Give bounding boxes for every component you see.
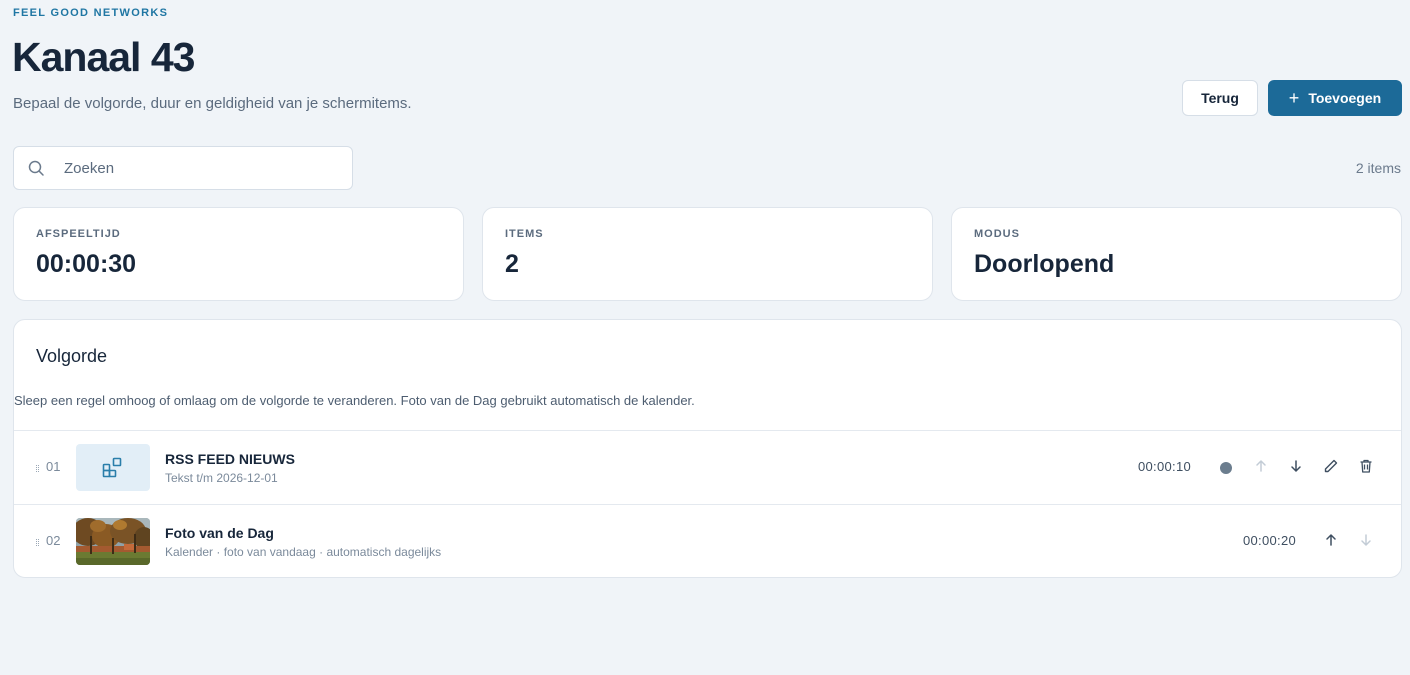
widgets-icon [102, 457, 122, 478]
photo-autumn-trees [76, 518, 150, 565]
page-subtitle: Bepaal de volgorde, duur en geldigheid v… [13, 95, 412, 112]
drag-handle-icon[interactable] [36, 539, 39, 546]
stat-label: AFSPEELTIJD [36, 228, 121, 240]
item-count: 2 items [1355, 160, 1401, 176]
move-up-icon[interactable] [1322, 531, 1340, 549]
page: FEEL GOOD NETWORKS Kanaal 43 Bepaal de v… [0, 0, 1410, 675]
stat-label: MODUS [974, 228, 1020, 240]
add-button-label: Toevoegen [1308, 90, 1382, 106]
thumbnail [76, 444, 150, 491]
brand-label: FEEL GOOD NETWORKS [13, 7, 169, 19]
row-index: 01 [46, 459, 61, 474]
item-duration: 00:00:20 [1243, 533, 1297, 548]
panel-description: Sleep een regel omhoog of omlaag om de v… [14, 393, 695, 408]
stat-value: 00:00:30 [36, 250, 137, 278]
item-meta: Kalender · foto van vandaag · automatisc… [165, 545, 442, 559]
item-duration: 00:00:10 [1138, 459, 1192, 474]
stat-label: ITEMS [505, 228, 544, 240]
playlist-panel: Volgorde Sleep een regel omhoog of omlaa… [13, 319, 1402, 578]
move-down-icon[interactable] [1357, 531, 1375, 549]
panel-title: Volgorde [36, 346, 108, 366]
item-name: Foto van de Dag [165, 525, 274, 541]
search-input[interactable] [64, 147, 344, 189]
item-name: RSS FEED NIEUWS [165, 451, 295, 467]
status-dot [1220, 462, 1232, 474]
stat-value: Doorlopend [974, 250, 1115, 278]
stat-card-items: ITEMS 2 [482, 207, 933, 301]
stat-card-mode: MODUS Doorlopend [951, 207, 1402, 301]
move-down-icon[interactable] [1287, 457, 1305, 475]
search-icon [28, 160, 44, 176]
delete-icon[interactable] [1357, 457, 1375, 475]
row-index: 02 [46, 533, 61, 548]
back-button-label: Terug [1201, 90, 1239, 106]
item-meta: Tekst t/m 2026-12-01 [165, 471, 278, 485]
drag-handle-icon[interactable] [36, 465, 39, 472]
move-up-icon[interactable] [1252, 457, 1270, 475]
search-box [13, 146, 353, 190]
back-button[interactable]: Terug [1182, 80, 1258, 116]
photo-thumbnail [76, 518, 150, 565]
add-button[interactable]: + Toevoegen [1268, 80, 1402, 116]
page-title: Kanaal 43 [12, 34, 195, 80]
playlist-row[interactable]: 02 Foto van de Dag Kalender · foto van v… [14, 504, 1401, 577]
stat-value: 2 [505, 250, 519, 278]
playlist-row[interactable]: 01 RSS FEED NIEUWS Tekst t/m 2026-12-01 … [14, 430, 1401, 504]
stat-card-playtime: AFSPEELTIJD 00:00:30 [13, 207, 464, 301]
edit-icon[interactable] [1322, 457, 1340, 475]
plus-icon: + [1288, 88, 1300, 108]
